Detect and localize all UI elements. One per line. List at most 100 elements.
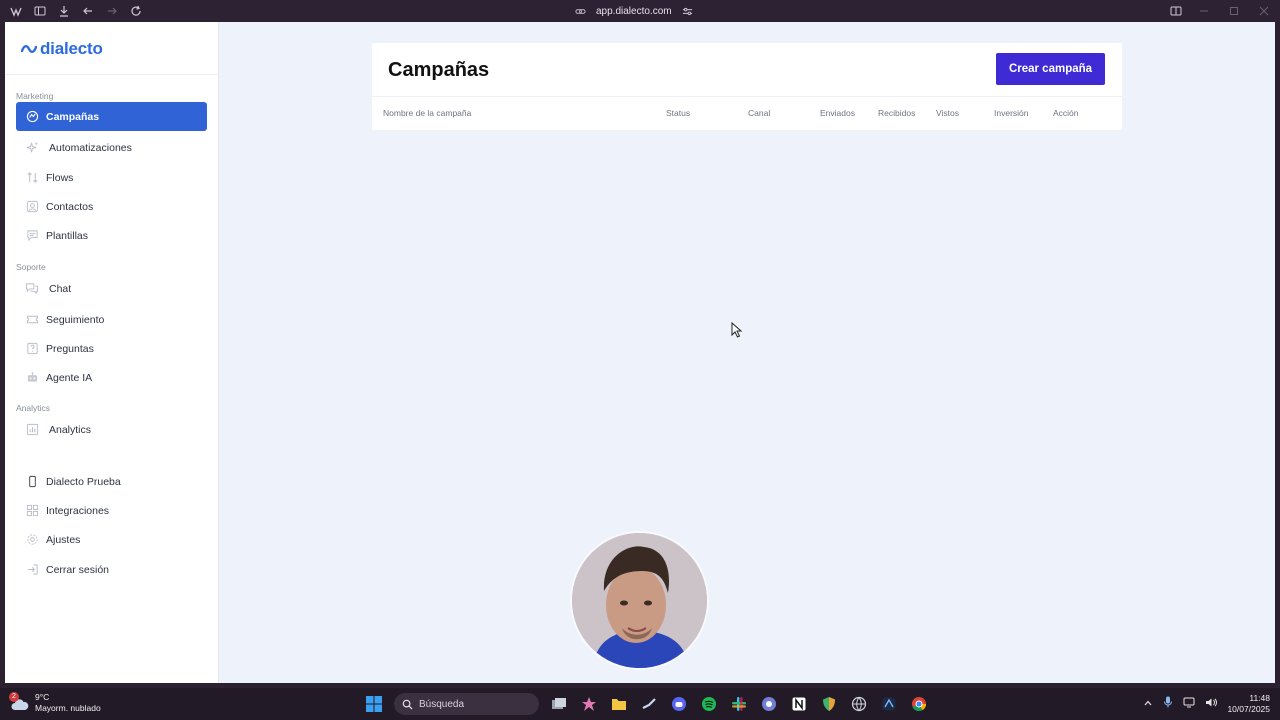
sidebar-item-label: Automatizaciones: [49, 141, 132, 154]
address-bar[interactable]: app.dialecto.com: [575, 3, 693, 19]
sparkles-icon: [25, 141, 39, 155]
sidebar-item-label: Contactos: [46, 200, 94, 213]
discord-icon[interactable]: [669, 694, 689, 714]
maximize-icon[interactable]: [1226, 3, 1242, 19]
clock-time: 11:48: [1249, 693, 1270, 703]
chrome-icon[interactable]: [909, 694, 929, 714]
column-header-enviados[interactable]: Enviados: [820, 108, 855, 118]
url-text: app.dialecto.com: [596, 5, 672, 17]
taskbar-search[interactable]: Búsqueda: [394, 693, 539, 715]
bar-chart-icon: [25, 423, 39, 437]
sidebar-item-label: Seguimiento: [46, 313, 105, 326]
sidebar-item-flows[interactable]: Flows: [16, 163, 207, 192]
column-header-recibidos[interactable]: Recibidos: [878, 108, 915, 118]
sidebar-item-chat[interactable]: Chat: [16, 274, 207, 303]
sidebar-item-label: Preguntas: [46, 342, 94, 355]
sidebar-toggle-icon[interactable]: [32, 3, 48, 19]
sidebar: dialecto Marketing Campañas Automatizaci…: [5, 22, 219, 683]
section-label-soporte: Soporte: [16, 262, 46, 272]
column-header-canal[interactable]: Canal: [748, 108, 770, 118]
column-header-inversion[interactable]: Inversión: [994, 108, 1029, 118]
section-label-analytics: Analytics: [16, 403, 51, 413]
windows-start-icon[interactable]: [364, 694, 384, 714]
megaphone-icon: [25, 110, 39, 124]
sidebar-item-ajustes[interactable]: Ajustes: [16, 525, 207, 554]
sidebar-item-contactos[interactable]: Contactos: [16, 192, 207, 221]
ticket-icon: [25, 313, 39, 327]
clock[interactable]: 11:48 10/07/2025: [1227, 693, 1270, 715]
sidebar-item-integraciones[interactable]: Integraciones: [16, 496, 207, 525]
globe-app-icon[interactable]: [849, 694, 869, 714]
message-template-icon: [25, 229, 39, 243]
microphone-icon[interactable]: [1163, 695, 1173, 713]
chevron-up-icon[interactable]: [1143, 695, 1153, 713]
search-icon: [402, 699, 413, 710]
sidebar-item-plantillas[interactable]: Plantillas: [16, 221, 207, 250]
volume-icon[interactable]: [1205, 695, 1218, 713]
grid-icon: [25, 504, 39, 518]
logo-text: dialecto: [40, 39, 103, 58]
column-header-nombre[interactable]: Nombre de la campaña: [383, 108, 471, 118]
dialecto-logo[interactable]: dialecto: [21, 39, 103, 59]
sidebar-item-dialecto-prueba[interactable]: Dialecto Prueba: [16, 467, 207, 496]
weather-widget[interactable]: 2 9°C Mayorm. nublado: [9, 692, 101, 714]
logout-icon: [25, 563, 39, 577]
weather-description: Mayorm. nublado: [35, 703, 101, 713]
sidebar-item-label: Chat: [49, 282, 72, 295]
robot-icon: [25, 371, 39, 385]
card-divider: [372, 96, 1122, 97]
sidebar-item-label: Plantillas: [46, 229, 89, 242]
back-icon[interactable]: [80, 3, 96, 19]
site-settings-icon[interactable]: [682, 6, 693, 17]
browser-logo-icon[interactable]: [8, 3, 24, 19]
cloud-icon: 2: [9, 692, 29, 712]
download-icon[interactable]: [56, 3, 72, 19]
clock-date: 10/07/2025: [1227, 704, 1270, 714]
slack-icon[interactable]: [729, 694, 749, 714]
task-view-icon[interactable]: [549, 694, 569, 714]
sidebar-item-label: Agente IA: [46, 371, 93, 384]
shield-app-icon[interactable]: [819, 694, 839, 714]
sidebar-item-label: Cerrar sesión: [46, 563, 110, 576]
question-icon: [25, 342, 39, 356]
contact-card-icon: [25, 200, 39, 214]
sidebar-item-campanas[interactable]: Campañas: [16, 102, 207, 131]
link-icon: [575, 8, 586, 14]
close-icon[interactable]: [1256, 3, 1272, 19]
sidebar-item-label: Analytics: [49, 423, 92, 436]
page-title: Campañas: [388, 59, 490, 81]
presenter-avatar: [572, 533, 707, 668]
sidebar-item-agente-ia[interactable]: Agente IA: [16, 363, 207, 392]
phone-icon: [25, 475, 39, 489]
flows-arrows-icon: [25, 171, 39, 185]
sidebar-item-cerrar-sesion[interactable]: Cerrar sesión: [16, 555, 207, 584]
steam-icon[interactable]: [639, 694, 659, 714]
paint-app-icon[interactable]: [579, 694, 599, 714]
settings-app-icon[interactable]: [759, 694, 779, 714]
search-placeholder: Búsqueda: [419, 698, 465, 710]
spotify-icon[interactable]: [699, 694, 719, 714]
sidebar-item-analytics[interactable]: Analytics: [16, 415, 207, 444]
split-view-icon[interactable]: [1168, 3, 1184, 19]
sidebar-item-preguntas[interactable]: Preguntas: [16, 334, 207, 363]
forward-icon[interactable]: [104, 3, 120, 19]
column-header-vistos[interactable]: Vistos: [936, 108, 959, 118]
sidebar-item-label: Campañas: [46, 110, 100, 123]
dark-app-icon[interactable]: [879, 694, 899, 714]
sidebar-item-automatizaciones[interactable]: Automatizaciones: [16, 133, 207, 162]
minimize-icon[interactable]: [1196, 3, 1212, 19]
sidebar-item-label: Integraciones: [46, 504, 110, 517]
notion-icon[interactable]: [789, 694, 809, 714]
column-header-status[interactable]: Status: [666, 108, 690, 118]
section-label-marketing: Marketing: [16, 91, 54, 101]
column-header-accion[interactable]: Acción: [1053, 108, 1079, 118]
network-icon[interactable]: [1183, 695, 1195, 713]
mouse-cursor-icon: [731, 322, 743, 338]
create-campaign-button[interactable]: Crear campaña: [996, 53, 1105, 85]
file-explorer-icon[interactable]: [609, 694, 629, 714]
sidebar-item-seguimiento[interactable]: Seguimiento: [16, 305, 207, 334]
reload-icon[interactable]: [128, 3, 144, 19]
taskbar: 2 9°C Mayorm. nublado Búsqueda 11:48 10/…: [0, 688, 1280, 720]
sidebar-item-label: Ajustes: [46, 533, 81, 546]
system-tray: 11:48 10/07/2025: [1143, 692, 1270, 716]
